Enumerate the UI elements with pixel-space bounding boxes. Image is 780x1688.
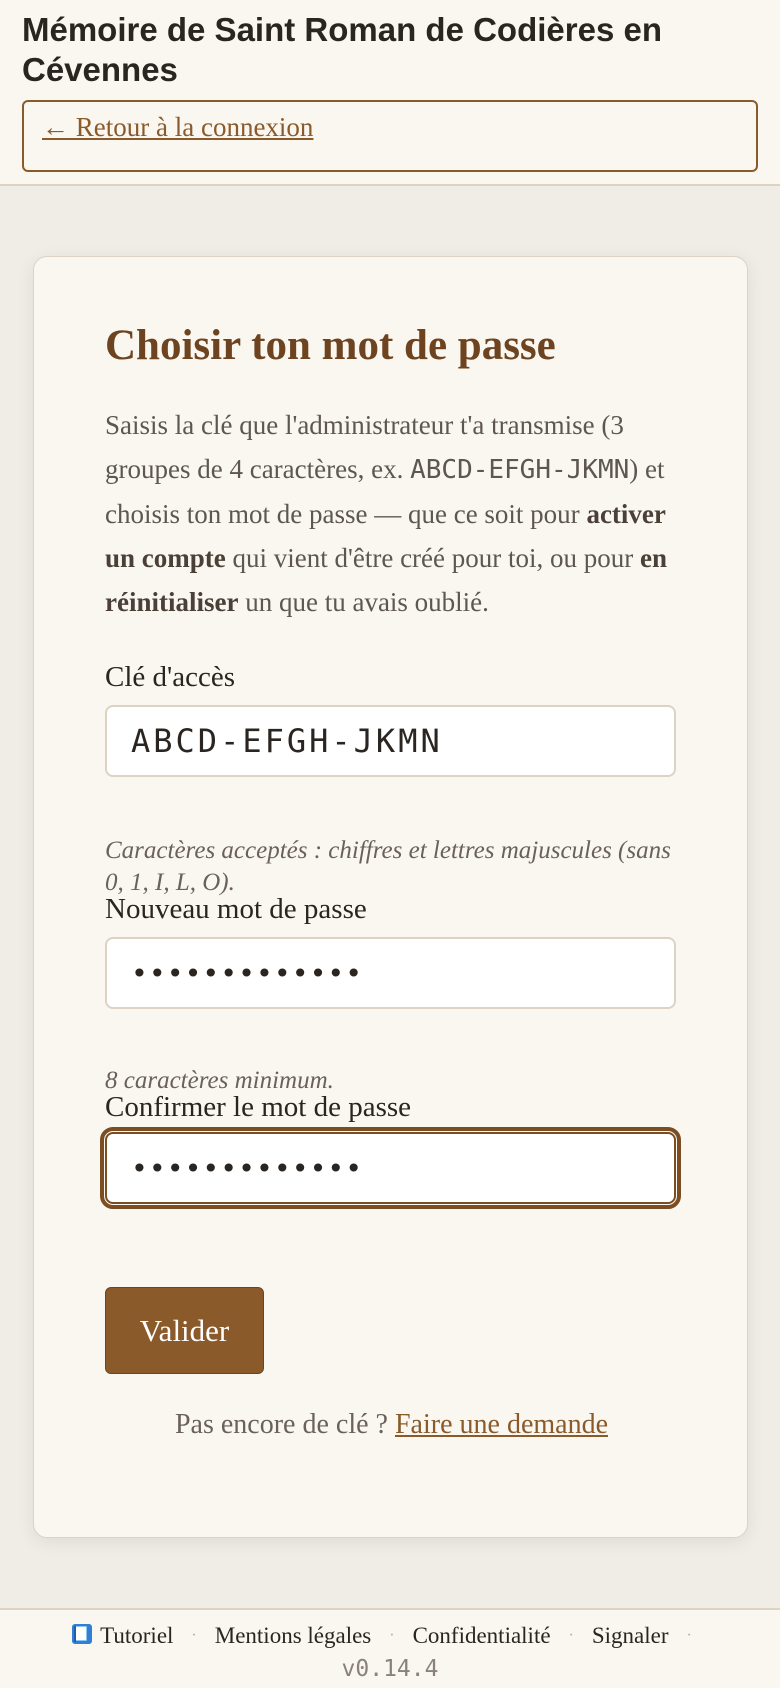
footer-links: Tutoriel · Mentions légales · Confidenti…: [0, 1622, 780, 1649]
footer-separator: ·: [191, 1626, 197, 1644]
book-icon: [72, 1624, 93, 1644]
footer-separator: ·: [568, 1626, 574, 1644]
page-title: Choisir ton mot de passe: [105, 322, 556, 369]
back-to-login-link[interactable]: ← Retour à la connexion: [42, 112, 313, 143]
footer-separator: ·: [686, 1626, 692, 1644]
footer-separator: ·: [389, 1626, 395, 1644]
key-label: Clé d'accès: [105, 661, 236, 693]
footer-link-report[interactable]: Signaler: [592, 1623, 669, 1649]
new-password-input[interactable]: •••••••••••••: [105, 937, 676, 1009]
access-key-input[interactable]: ABCD-EFGH-JKMN: [105, 705, 676, 777]
request-key-link[interactable]: Faire une demande: [395, 1409, 608, 1440]
footer-tutorial-label: Tutoriel: [100, 1623, 174, 1648]
intro-part-3: qui vient d'être créé pour toi, ou pour: [225, 543, 640, 573]
submit-button[interactable]: Valider: [105, 1287, 264, 1374]
request-text: Pas encore de clé ?: [174, 1409, 395, 1440]
intro-part-4: un que tu avais oublié.: [238, 587, 489, 617]
footer-link-legal[interactable]: Mentions légales: [215, 1623, 372, 1649]
site-footer: Tutoriel · Mentions légales · Confidenti…: [0, 1608, 780, 1688]
footer-link-privacy[interactable]: Confidentialité: [413, 1623, 551, 1649]
site-title: Mémoire de Saint Roman de Codières en Cé…: [22, 11, 662, 88]
back-link-container[interactable]: ← Retour à la connexion: [22, 100, 758, 172]
site-header: Mémoire de Saint Roman de Codières en Cé…: [0, 0, 780, 186]
confirm-password-label: Confirmer le mot de passe: [105, 1091, 412, 1123]
key-example: ABCD-EFGH-JKMN: [410, 455, 630, 485]
intro-text: Saisis la clé que l'administrateur t'a t…: [105, 403, 685, 624]
new-password-label: Nouveau mot de passe: [105, 893, 367, 925]
key-hint: Caractères acceptés : chiffres et lettre…: [105, 837, 671, 896]
app-version: v0.14.4: [341, 1656, 439, 1682]
request-key-line: Pas encore de clé ? Faire une demande: [34, 1409, 749, 1441]
confirm-password-input[interactable]: •••••••••••••: [100, 1127, 681, 1209]
footer-link-tutorial[interactable]: Tutoriel: [70, 1622, 173, 1649]
password-card: Choisir ton mot de passe Saisis la clé q…: [33, 256, 748, 1538]
